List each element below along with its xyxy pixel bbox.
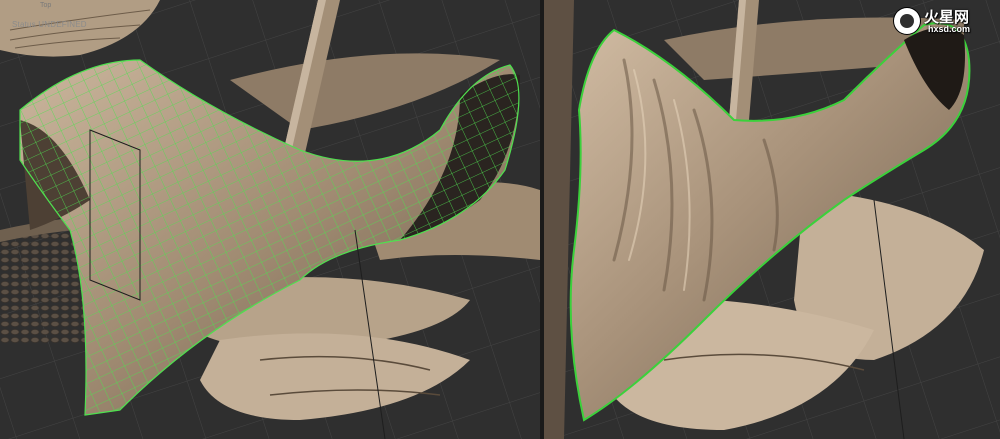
right-viewport-canvas[interactable]	[544, 0, 1000, 439]
watermark-subtitle: hxsd.com	[928, 24, 971, 34]
viewport-label-top: Top	[40, 2, 52, 9]
viewport-status-text: Status UNDEFINED	[12, 20, 87, 29]
left-viewport[interactable]: Top Status UNDEFINED	[0, 0, 540, 439]
left-viewport-canvas[interactable]	[0, 0, 540, 439]
watermark-logo: 火星网 hxsd.com	[894, 6, 986, 36]
right-viewport[interactable]: 火星网 hxsd.com	[544, 0, 1000, 439]
watermark-emblem-icon	[894, 8, 920, 34]
